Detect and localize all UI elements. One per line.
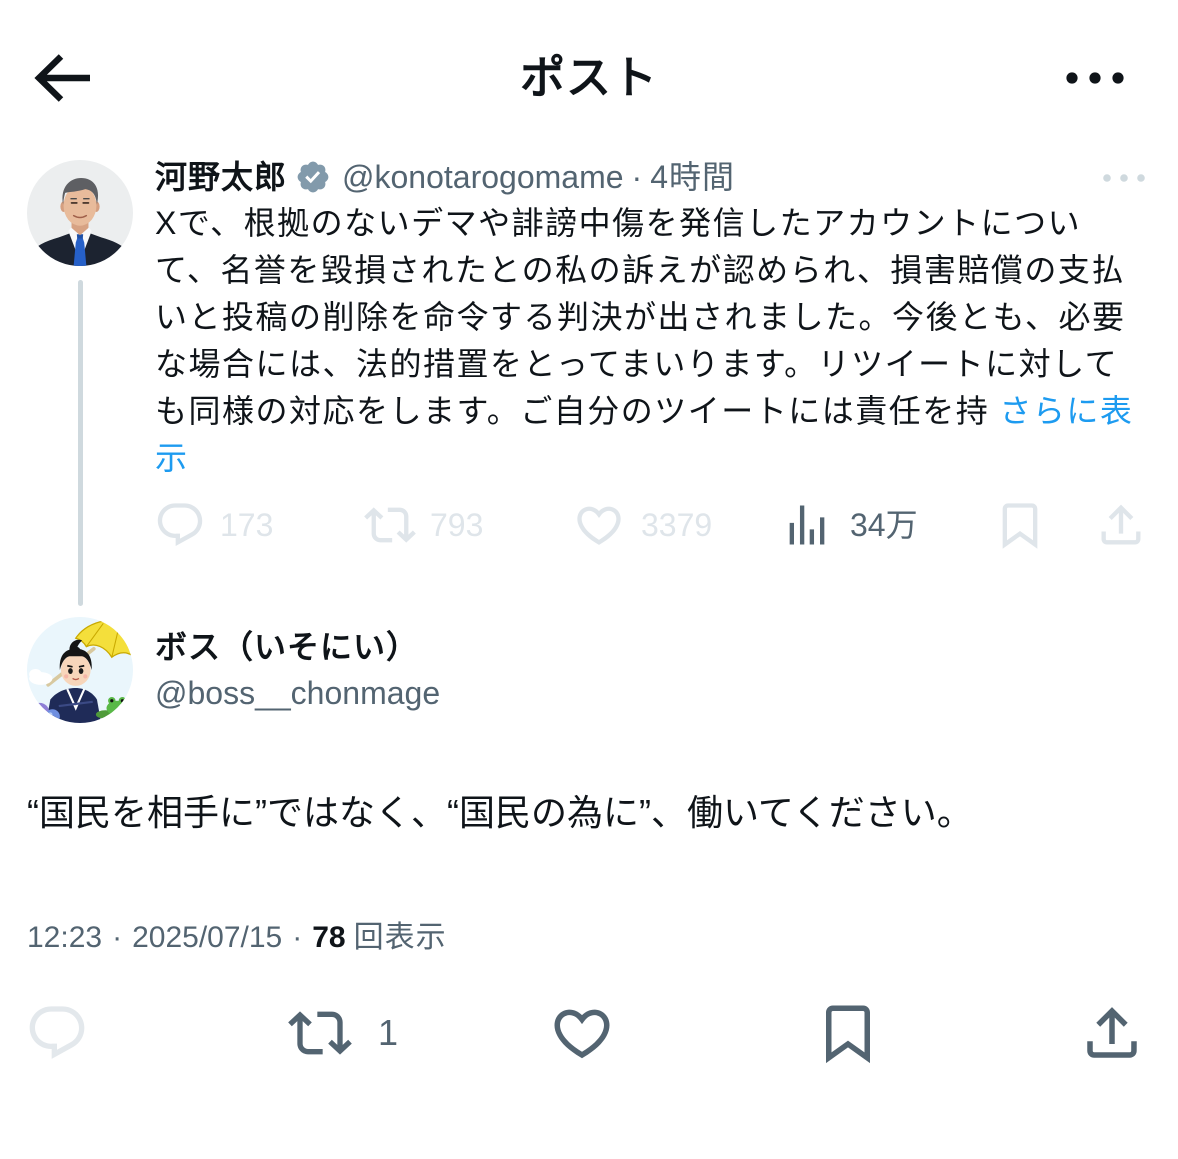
- parent-author-name[interactable]: 河野太郎: [155, 155, 287, 199]
- reply-icon: [29, 1006, 85, 1059]
- reply-button[interactable]: [25, 1001, 89, 1065]
- avatar-image: [27, 617, 133, 723]
- reply-author-handle[interactable]: @boss__chonmage: [155, 671, 440, 715]
- parent-post-time[interactable]: 4時間: [650, 155, 735, 199]
- retweet-button[interactable]: 1: [288, 1001, 398, 1065]
- post-date[interactable]: 2025/07/15: [132, 918, 282, 958]
- verified-badge-icon[interactable]: [295, 159, 331, 195]
- parent-like-count: 3379: [641, 507, 713, 543]
- like-button[interactable]: [549, 1001, 615, 1065]
- bookmark-button[interactable]: [815, 1001, 881, 1065]
- parent-like-button[interactable]: 3379: [573, 499, 712, 551]
- parent-share-button[interactable]: [1095, 499, 1147, 551]
- parent-views-button[interactable]: 34万: [781, 499, 918, 551]
- separator-dot: ·: [112, 921, 123, 954]
- views-count[interactable]: 78: [312, 918, 345, 958]
- parent-reply-button[interactable]: 173: [154, 499, 273, 551]
- parent-author-avatar[interactable]: [27, 160, 133, 266]
- separator-dot: ·: [292, 921, 303, 954]
- more-horizontal-icon: [1103, 174, 1145, 182]
- share-button[interactable]: [1079, 1001, 1145, 1065]
- reply-author-avatar[interactable]: [27, 617, 133, 723]
- parent-retweet-button[interactable]: 793: [364, 499, 483, 551]
- post-detail-screen: ポスト 河野太郎 @konotarogomame · 4時間 Xで、根拠のないデ…: [0, 0, 1178, 1159]
- bookmark-icon: [1002, 503, 1038, 549]
- thread-connector-line: [78, 280, 83, 606]
- retweet-count: 1: [378, 1012, 399, 1053]
- parent-author-row: 河野太郎 @konotarogomame · 4時間: [155, 155, 735, 199]
- bookmark-icon: [826, 1005, 870, 1064]
- retweet-icon: [288, 1011, 352, 1055]
- page-title: ポスト: [519, 52, 658, 103]
- parent-author-handle[interactable]: @konotarogomame: [342, 155, 624, 199]
- parent-views-count: 34万: [850, 507, 918, 543]
- post-timestamp: 12:23 · 2025/07/15 · 78 回表示: [27, 918, 447, 958]
- parent-post-text: Xで、根拠のないデマや誹謗中傷を発信したアカウントについて、名誉を毀損されたとの…: [155, 205, 1126, 429]
- heart-icon: [577, 506, 621, 545]
- avatar-image: [27, 160, 133, 266]
- parent-bookmark-button[interactable]: [994, 499, 1046, 551]
- views-icon: [789, 505, 825, 545]
- share-icon: [1087, 1007, 1137, 1058]
- parent-post-body: Xで、根拠のないデマや誹謗中傷を発信したアカウントについて、名誉を毀損されたとの…: [155, 200, 1140, 482]
- share-icon: [1101, 504, 1141, 545]
- reply-author-name[interactable]: ボス（いそにい）: [155, 625, 419, 669]
- parent-more-options-button[interactable]: [1100, 170, 1148, 186]
- parent-reply-count: 173: [220, 507, 274, 543]
- reply-icon: [157, 503, 203, 547]
- more-horizontal-icon: [1066, 72, 1124, 84]
- more-options-button[interactable]: [1064, 66, 1126, 90]
- heart-icon: [554, 1009, 610, 1059]
- post-time[interactable]: 12:23: [27, 918, 102, 958]
- separator-dot: ·: [631, 159, 643, 195]
- parent-retweet-count: 793: [430, 507, 484, 543]
- retweet-icon: [364, 507, 416, 543]
- views-label[interactable]: 回表示: [354, 918, 447, 958]
- reply-post-body: “国民を相手に”ではなく、“国民の為に”、働いてください。: [27, 792, 973, 833]
